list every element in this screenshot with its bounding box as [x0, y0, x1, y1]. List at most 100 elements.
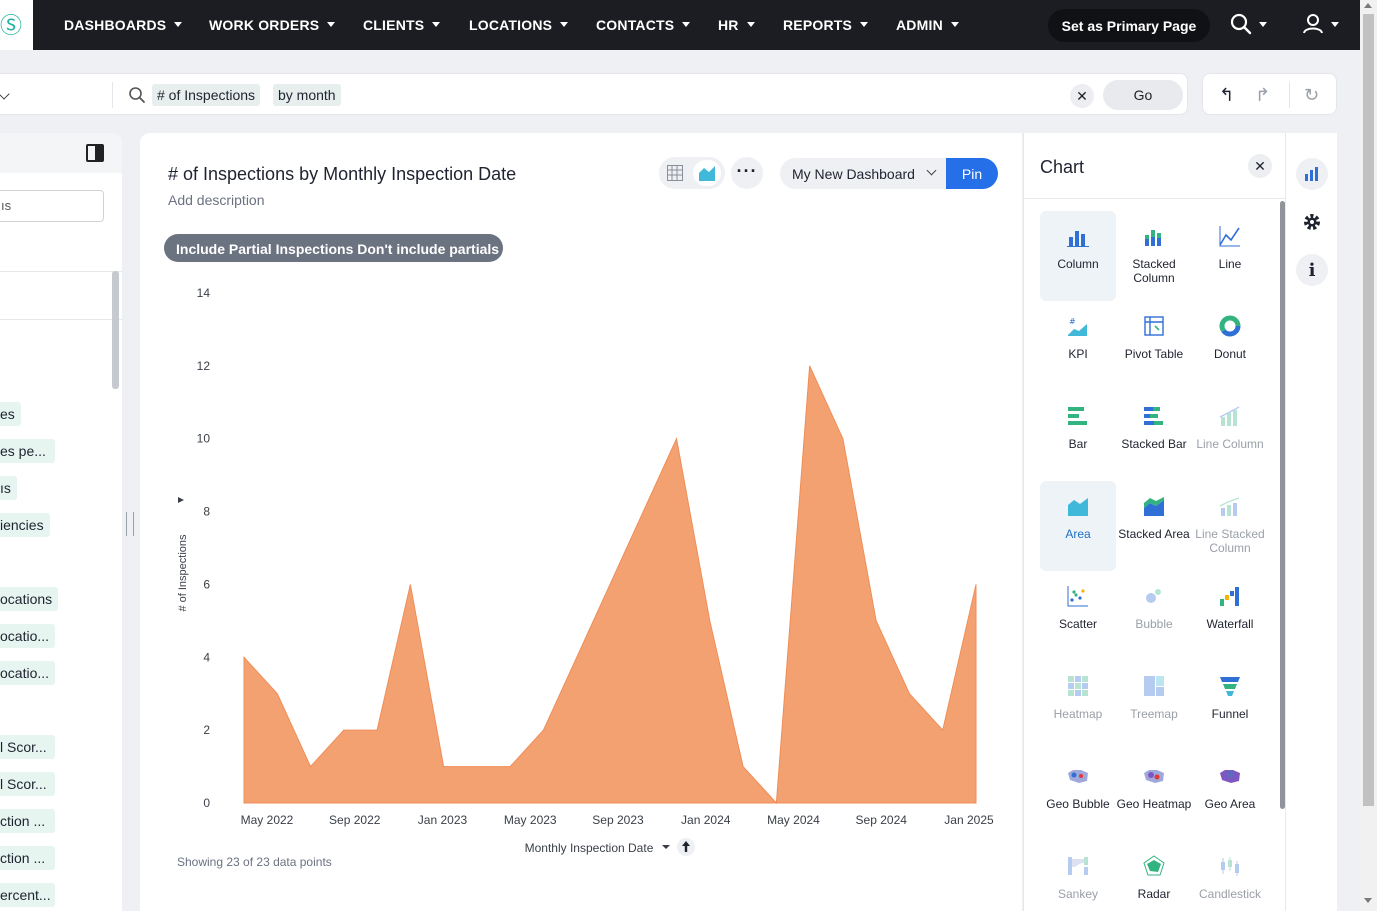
nav-locations[interactable]: LOCATIONS [469, 17, 569, 33]
reset-icon[interactable]: ↻ [1304, 85, 1319, 106]
line-column-chart-icon [1219, 406, 1240, 426]
chevron-down-icon [746, 22, 755, 27]
scroll-down-icon[interactable] [1364, 898, 1372, 903]
column-item[interactable]: ocatio... [0, 624, 55, 648]
redo-icon[interactable]: ↱ [1255, 85, 1270, 106]
chart-type-label: Stacked Column [1132, 257, 1176, 285]
y-tick-label: 10 [197, 432, 211, 446]
chart-type-stacked-area-chart[interactable]: Stacked Area [1116, 481, 1192, 571]
column-item[interactable]: ocatio... [0, 661, 55, 685]
stacked-area-chart-icon [1144, 497, 1164, 516]
close-icon: ✕ [1254, 157, 1266, 174]
x-axis-label[interactable]: Monthly Inspection Date [525, 841, 654, 855]
chart-type-kpi-chart[interactable]: # KPI [1040, 301, 1116, 391]
chevron-down-icon [432, 22, 441, 27]
nav-label: CLIENTS [363, 17, 425, 33]
column-item[interactable]: es [0, 402, 21, 426]
chart-type-column-chart[interactable]: Column [1040, 211, 1116, 301]
column-item[interactable]: ercent... [0, 883, 55, 907]
chevron-down-icon [682, 22, 691, 27]
chart-type-donut-chart[interactable]: Donut [1192, 301, 1268, 391]
chart-type-label: Radar [1137, 887, 1171, 901]
chart-type-bubble-chart: Bubble [1116, 571, 1192, 661]
chart-type-candlestick-chart: Candlestick [1192, 841, 1268, 911]
info-icon: i [1308, 259, 1316, 281]
column-item[interactable]: ction ... [0, 809, 55, 833]
chart-type-funnel-chart[interactable]: Funnel [1192, 661, 1268, 751]
chart-type-stacked-column-chart[interactable]: Stacked Column [1116, 211, 1192, 301]
y-tick-label: 12 [197, 359, 211, 373]
x-tick-label: Sep 2024 [856, 813, 908, 827]
chart-settings-button[interactable] [1296, 158, 1328, 190]
stacked-column-chart-icon [1145, 230, 1161, 246]
nav-clients[interactable]: CLIENTS [363, 17, 441, 33]
column-item[interactable]: l Scor... [0, 735, 55, 759]
chevron-down-icon [327, 22, 336, 27]
y-axis-label[interactable]: # of Inspections [177, 534, 189, 612]
chart-type-scatter-chart[interactable]: Scatter [1040, 571, 1116, 661]
search-token[interactable]: by month [273, 84, 341, 106]
panel-resize-handle[interactable] [126, 512, 134, 536]
close-panel-button[interactable]: ✕ [1248, 154, 1272, 178]
chart-type-geo-area-chart[interactable]: Geo Area [1192, 751, 1268, 841]
geo-area-chart-icon [1220, 770, 1240, 783]
set-primary-page-button[interactable]: Set as Primary Page [1048, 9, 1210, 42]
bar-chart-icon [1068, 407, 1087, 425]
nav-hr[interactable]: HR [718, 17, 755, 33]
undo-icon[interactable]: ↰ [1219, 85, 1234, 106]
column-item[interactable]: es pe... [0, 439, 55, 463]
heatmap-chart-icon [1068, 676, 1088, 696]
column-item[interactable]: ocations [0, 587, 59, 611]
search-token[interactable]: # of Inspections [152, 84, 261, 106]
chart-type-line-chart[interactable]: Line [1192, 211, 1268, 301]
nav-work-orders[interactable]: WORK ORDERS [209, 17, 336, 33]
x-tick-label: May 2023 [504, 813, 557, 827]
search-bar: # of Inspections by month ✕ Go [0, 73, 1188, 115]
y-tick-label: 14 [197, 286, 211, 300]
page-scrollbar[interactable] [1360, 0, 1377, 911]
chart-type-bar-chart[interactable]: Bar [1040, 391, 1116, 481]
column-item[interactable]: l Scor... [0, 772, 55, 796]
divider [0, 319, 122, 320]
column-item[interactable]: iencies [0, 513, 50, 537]
chart-type-stacked-bar-chart[interactable]: Stacked Bar [1116, 391, 1192, 481]
data-panel-header [0, 133, 122, 173]
column-item[interactable]: ction ... [0, 846, 55, 870]
chart-type-label: Waterfall [1206, 617, 1254, 631]
y-tick-label: 0 [203, 796, 210, 810]
go-button[interactable]: Go [1103, 80, 1183, 110]
chart-type-radar-chart[interactable]: Radar [1116, 841, 1192, 911]
chart-type-geo-bubble-chart[interactable]: Geo Bubble [1040, 751, 1116, 841]
chart-type-geo-heatmap-chart[interactable]: Geo Heatmap [1116, 751, 1192, 841]
settings-button[interactable] [1296, 206, 1328, 238]
column-chart-icon [1067, 231, 1089, 247]
chart-type-label: Geo Bubble [1046, 797, 1110, 811]
chevron-down-icon [860, 22, 869, 27]
global-search-button[interactable] [1229, 12, 1267, 41]
nav-dashboards[interactable]: DASHBOARDS [64, 17, 183, 33]
column-item[interactable]: ıs [0, 476, 17, 500]
chevron-down-icon[interactable] [0, 88, 10, 100]
nav-admin[interactable]: ADMIN [896, 17, 959, 33]
chart-type-waterfall-chart[interactable]: Waterfall [1192, 571, 1268, 661]
treemap-chart-icon [1144, 676, 1164, 696]
nav-reports[interactable]: REPORTS [783, 17, 869, 33]
user-menu-button[interactable] [1301, 12, 1339, 41]
x-tick-label: Jan 2024 [681, 813, 731, 827]
scrollbar-thumb[interactable] [1363, 14, 1374, 806]
panel-scrollbar[interactable] [112, 271, 119, 389]
data-search-input[interactable]: ıs [0, 190, 104, 222]
app-logo[interactable]: Ⓢ [0, 0, 33, 50]
geo-heatmap-chart-icon [1144, 770, 1164, 783]
chart-type-label: Donut [1213, 347, 1247, 361]
scroll-up-icon[interactable] [1364, 3, 1372, 8]
chart-type-area-chart[interactable]: Area [1040, 481, 1116, 571]
info-button[interactable]: i [1296, 254, 1328, 286]
nav-contacts[interactable]: CONTACTS [596, 17, 691, 33]
divider [1289, 82, 1290, 108]
clear-search-button[interactable]: ✕ [1070, 84, 1094, 108]
stacked-bar-chart-icon [1144, 407, 1163, 425]
sankey-chart-icon [1068, 857, 1088, 875]
chart-type-pivot-table[interactable]: Pivot Table [1116, 301, 1192, 391]
collapse-panel-icon[interactable] [86, 144, 104, 162]
